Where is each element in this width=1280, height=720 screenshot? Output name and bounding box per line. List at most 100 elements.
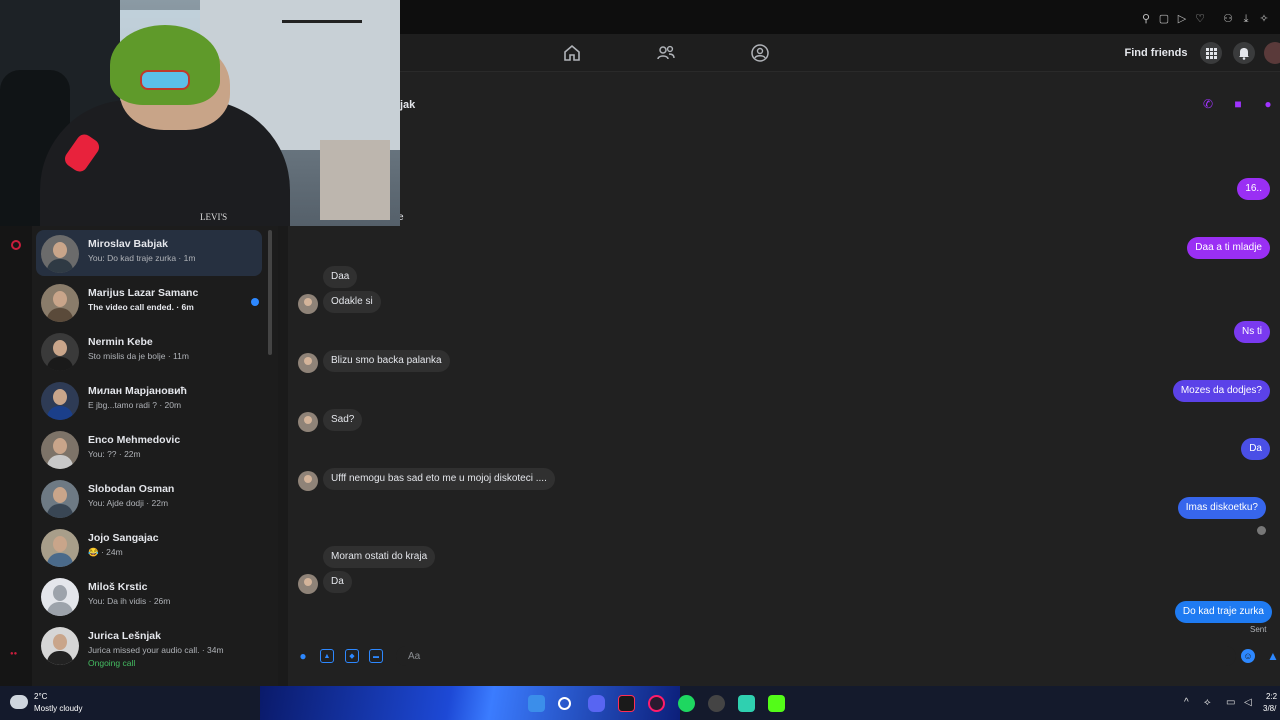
find-friends-button[interactable]: Find friends xyxy=(1119,42,1193,64)
network-icon[interactable]: ⟡ xyxy=(1204,697,1211,708)
weather-icon[interactable] xyxy=(10,695,28,709)
chat-preview: You: Da ih vidis · 26m xyxy=(88,596,171,606)
avatar xyxy=(41,382,79,420)
image-icon[interactable]: ▲ xyxy=(320,649,334,663)
obs-icon[interactable] xyxy=(708,695,725,712)
heart-icon[interactable]: ♡ xyxy=(1194,13,1206,25)
avatar xyxy=(41,284,79,322)
sent-status: Sent xyxy=(1250,625,1267,634)
video-icon[interactable]: ■ xyxy=(1231,97,1245,111)
message-bubble-out: Ns ti xyxy=(1234,321,1270,343)
search-icon[interactable] xyxy=(558,697,571,710)
display-icon[interactable]: ▭ xyxy=(1226,697,1235,708)
avatar xyxy=(41,333,79,371)
avatar xyxy=(41,578,79,616)
webcam-overlay: LEVI'S xyxy=(0,0,400,226)
conversation-panel xyxy=(288,72,1280,686)
window-icon[interactable]: ▢ xyxy=(1158,13,1170,25)
chat-preview: You: Do kad traje zurka · 1m xyxy=(88,253,196,263)
ai-icon[interactable]: ✧ xyxy=(1258,13,1270,25)
sender-avatar xyxy=(298,294,318,314)
gif-icon[interactable]: ▬ xyxy=(369,649,383,663)
avatar xyxy=(41,529,79,567)
message-bubble-in: Blizu smo backa palanka xyxy=(323,350,450,372)
kick-icon[interactable] xyxy=(768,695,785,712)
groups-icon[interactable] xyxy=(750,43,770,63)
message-bubble-in: Ufff nemogu bas sad eto me u mojoj disko… xyxy=(323,468,555,490)
chat-name: Miloš Krstic xyxy=(88,581,148,593)
play-icon[interactable]: ▷ xyxy=(1176,13,1188,25)
chat-name: Nermin Kebe xyxy=(88,336,153,348)
like-icon[interactable]: ▲ xyxy=(1266,649,1280,663)
message-input[interactable] xyxy=(396,646,1236,666)
chat-item-marijus[interactable]: Marijus Lazar Samanc The video call ende… xyxy=(36,279,262,325)
message-bubble-out: Mozes da dodjes? xyxy=(1172,380,1270,402)
chat-name: Slobodan Osman xyxy=(88,483,175,495)
message-bubble-in: Sad? xyxy=(323,409,363,431)
opera-gx-icon[interactable] xyxy=(648,695,665,712)
microphone-icon[interactable]: ● xyxy=(296,649,310,663)
tiktok-icon[interactable] xyxy=(618,695,635,712)
notifications-button[interactable] xyxy=(1233,42,1255,64)
bell-icon xyxy=(1239,48,1249,60)
chat-name: Jojo Sangajac xyxy=(88,532,159,544)
message-bubble-out: Da xyxy=(1241,438,1270,460)
pin-icon[interactable]: ⚲ xyxy=(1140,13,1152,25)
weather-description: Mostly cloudy xyxy=(34,704,83,713)
chat-item-milan[interactable]: Милан Марјановић E jbg...tamo radi ? · 2… xyxy=(36,377,262,423)
grid-icon xyxy=(1206,48,1217,59)
sender-avatar xyxy=(298,574,318,594)
ongoing-call-label: Ongoing call xyxy=(88,658,136,668)
clock-date[interactable]: 3/8/ xyxy=(1263,704,1276,713)
left-rail: ●● xyxy=(0,226,32,686)
message-bubble-in: Daa xyxy=(323,266,358,288)
clock-time[interactable]: 2:2 xyxy=(1266,692,1277,701)
unread-dot xyxy=(251,298,259,306)
chat-item-jojo[interactable]: Jojo Sangajac 😂 · 24m xyxy=(36,524,262,570)
app-icon[interactable] xyxy=(738,695,755,712)
chat-name: Miroslav Babjak xyxy=(88,238,168,250)
friends-icon[interactable] xyxy=(656,43,676,63)
record-icon[interactable] xyxy=(11,240,21,250)
discord-icon[interactable] xyxy=(588,695,605,712)
account-icon[interactable]: ⚇ xyxy=(1222,13,1234,25)
chat-item-enco[interactable]: Enco Mehmedovic You: ?? · 22m xyxy=(36,426,262,472)
info-icon[interactable]: ● xyxy=(1261,97,1275,111)
chat-item-jurica[interactable]: Jurica Lešnjak Jurica missed your audio … xyxy=(36,622,262,668)
volume-icon[interactable]: ◁ xyxy=(1244,697,1252,708)
chat-item-milos[interactable]: Miloš Krstic You: Da ih vidis · 26m xyxy=(36,573,262,619)
home-icon[interactable] xyxy=(562,43,582,63)
sender-avatar xyxy=(298,412,318,432)
chat-preview: Jurica missed your audio call. · 34m xyxy=(88,645,224,655)
download-icon[interactable]: ⤓ xyxy=(1240,13,1252,25)
chat-preview: The video call ended. · 6m xyxy=(88,302,194,312)
avatar xyxy=(41,627,79,665)
shirt-text: LEVI'S xyxy=(200,212,228,222)
chat-list-scrollbar[interactable] xyxy=(268,230,272,355)
chat-item-miroslav[interactable]: Miroslav Babjak You: Do kad traje zurka … xyxy=(36,230,262,276)
chat-preview: E jbg...tamo radi ? · 20m xyxy=(88,400,182,410)
tray-chevron-icon[interactable]: ^ xyxy=(1184,697,1189,708)
chat-name: Jurica Lešnjak xyxy=(88,630,161,642)
chat-item-nermin[interactable]: Nermin Kebe Sto mislis da je bolje · 11m xyxy=(36,328,262,374)
taskbar xyxy=(0,686,1280,720)
message-bubble-out: Imas diskoetku? xyxy=(1177,497,1266,519)
chat-name: Enco Mehmedovic xyxy=(88,434,181,446)
message-bubble-in: Odakle si xyxy=(323,291,381,313)
emoji-icon[interactable]: ☺ xyxy=(1241,649,1255,663)
sender-avatar xyxy=(298,353,318,373)
message-bubble-out: 16.. xyxy=(1237,178,1270,200)
chat-name: Marijus Lazar Samanc xyxy=(88,287,199,299)
message-bubble-out: Do kad traje zurka xyxy=(1174,601,1272,623)
sender-avatar xyxy=(298,471,318,491)
menu-grid-button[interactable] xyxy=(1200,42,1222,64)
spotify-icon[interactable] xyxy=(678,695,695,712)
phone-icon[interactable]: ✆ xyxy=(1201,97,1215,111)
message-bubble-out: Daa a ti mladje xyxy=(1187,237,1270,259)
profile-avatar[interactable] xyxy=(1264,42,1280,64)
message-bubble-in: Da xyxy=(323,571,352,593)
sticker-icon[interactable]: ◆ xyxy=(345,649,359,663)
start-icon[interactable] xyxy=(528,695,545,712)
chat-item-slobodan[interactable]: Slobodan Osman You: Ajde dodji · 22m xyxy=(36,475,262,521)
seen-indicator xyxy=(1257,526,1266,535)
